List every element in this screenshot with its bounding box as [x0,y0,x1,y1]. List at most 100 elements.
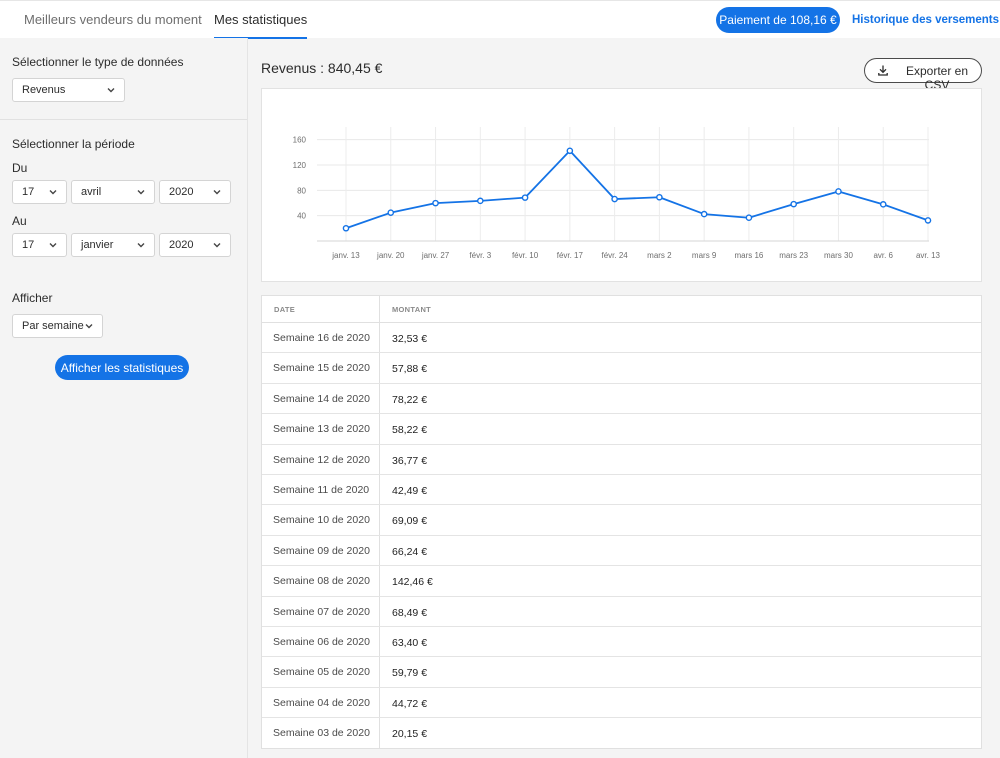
data-point [924,217,932,224]
row-amount: 142,46 € [392,576,433,589]
to-year-value: 2020 [169,239,194,251]
data-point [521,194,529,201]
column-header-date: DATE [274,305,296,314]
table-row: Semaine 07 de 2020 68,49 € [262,597,981,627]
top-bar: Meilleurs vendeurs du moment Mes statist… [0,0,1000,39]
x-tick-label: févr. 24 [601,251,628,260]
tab-top-sellers[interactable]: Meilleurs vendeurs du moment [24,1,202,39]
x-tick-label: mars 9 [692,251,717,260]
x-tick-label: mars 30 [824,251,853,260]
revenue-table: DATE MONTANT Semaine 16 de 2020 32,53 € Se… [261,295,982,749]
tab-my-statistics[interactable]: Mes statistiques [214,1,308,39]
to-month-value: janvier [81,239,114,251]
row-amount: 20,15 € [392,728,428,741]
x-tick-label: févr. 17 [557,251,584,260]
row-date: Semaine 04 de 2020 [273,696,370,709]
x-tick-label: mars 16 [734,251,763,260]
to-month-select[interactable]: janvier [71,233,155,257]
chevron-down-icon [85,324,93,329]
row-date: Semaine 06 de 2020 [273,636,370,648]
chevron-down-icon [137,243,145,248]
data-point [342,224,350,232]
table-row: Semaine 10 de 2020 69,09 € [262,505,981,536]
table-row: Semaine 11 de 2020 42,49 € [262,475,981,506]
y-tick-label: 40 [297,212,306,221]
data-point [879,201,887,208]
payment-button[interactable]: Paiement de 108,16 € [716,7,840,33]
export-csv-button[interactable]: Exporter en CSV [864,58,982,92]
to-year-select[interactable]: 2020 [159,233,231,257]
row-amount: 78,22 € [392,393,428,406]
to-day-value: 17 [22,239,35,251]
data-point [656,193,663,201]
chevron-down-icon [137,190,145,195]
display-label: Afficher [12,291,53,305]
row-date: Semaine 13 de 2020 [273,423,370,436]
row-amount: 36,77 € [392,454,428,467]
data-point [700,210,708,218]
x-tick-label: janv. 20 [376,251,405,260]
row-date: Semaine 03 de 2020 [273,727,370,740]
chevron-down-icon [213,190,221,195]
row-date: Semaine 07 de 2020 [273,605,370,618]
chevron-down-icon [49,190,57,195]
row-amount: 57,88 € [392,363,428,376]
data-type-select[interactable]: Revenus [12,78,125,102]
data-point [477,197,484,205]
column-header-amount: MONTANT [392,305,432,314]
x-tick-label: mars 2 [647,251,672,260]
x-tick-label: avr. 6 [873,251,893,260]
row-amount: 44,72 € [392,697,428,710]
display-value: Par semaine [22,320,84,332]
x-tick-label: févr. 3 [469,251,491,260]
to-day-select[interactable]: 17 [12,233,67,257]
table-row: Semaine 14 de 2020 78,22 € [262,384,981,415]
y-tick-label: 120 [293,161,307,170]
display-select[interactable]: Par semaine [12,314,103,338]
table-row: Semaine 15 de 2020 57,88 € [262,353,981,384]
from-day-select[interactable]: 17 [12,180,67,204]
table-row: Semaine 12 de 2020 36,77 € [262,445,981,475]
x-tick-label: févr. 10 [512,251,539,260]
row-amount: 69,09 € [392,515,428,528]
to-label: Au [12,214,27,228]
row-date: Semaine 09 de 2020 [273,544,370,557]
table-row: Semaine 09 de 2020 66,24 € [262,536,981,567]
payment-history-link[interactable]: Historique des versements [852,1,999,39]
table-row: Semaine 03 de 2020 20,15 € [262,718,981,748]
data-type-label: Sélectionner le type de données [12,55,184,69]
data-point [745,214,753,222]
table-row: Semaine 05 de 2020 59,79 € [262,657,981,688]
row-date: Semaine 08 de 2020 [273,575,370,588]
row-date: Semaine 05 de 2020 [273,666,370,679]
table-row: Semaine 16 de 2020 32,53 € [262,323,981,354]
revenue-total: Revenus : 840,45 € [261,60,383,76]
data-point [566,147,574,155]
filters-sidebar: Sélectionner le type de données Revenus … [0,38,248,758]
show-statistics-button[interactable]: Afficher les statistiques [55,355,189,380]
revenue-line-chart: 40 80 120 160 janv. 13 janv. 20 janv. 27 févr. … [293,127,941,260]
x-tick-label: mars 23 [779,251,808,260]
row-amount: 32,53 € [392,333,428,345]
x-tick-label: avr. 13 [916,251,941,260]
row-date: Semaine 15 de 2020 [273,362,370,375]
row-date: Semaine 14 de 2020 [273,392,370,405]
table-row: Semaine 06 de 2020 63,40 € [262,627,981,658]
y-tick-label: 160 [293,136,307,145]
table-row: Semaine 04 de 2020 44,72 € [262,688,981,719]
row-amount: 63,40 € [392,637,428,649]
from-month-value: avril [81,186,102,198]
from-year-value: 2020 [169,186,194,198]
chevron-down-icon [213,243,221,248]
y-tick-label: 80 [297,186,306,195]
from-month-select[interactable]: avril [71,180,155,204]
chevron-down-icon [49,243,57,248]
row-amount: 42,49 € [392,485,428,497]
data-point [432,199,439,207]
row-date: Semaine 12 de 2020 [273,453,370,466]
from-year-select[interactable]: 2020 [159,180,231,204]
chevron-down-icon [107,88,115,93]
row-date: Semaine 16 de 2020 [273,332,370,344]
from-label: Du [12,161,28,175]
download-icon [878,65,888,76]
